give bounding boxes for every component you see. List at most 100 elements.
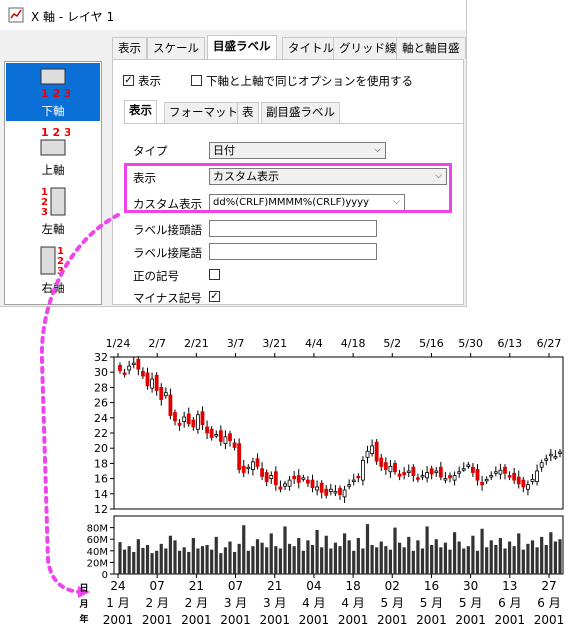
candle-body	[145, 372, 150, 387]
candle-body	[333, 491, 338, 494]
volume-bar	[251, 546, 255, 574]
volume-bar	[549, 532, 553, 574]
volume-bar	[274, 546, 278, 574]
bottom-month-label: 5 月	[459, 596, 482, 610]
bottom-month-label: 3 月	[224, 596, 247, 610]
top-tick-label: 6/13	[497, 337, 522, 350]
candle-body	[223, 436, 228, 445]
bottom-year-label: 2001	[103, 613, 134, 627]
bottom-day-label: 13	[502, 579, 517, 593]
price-tick-label: 14	[94, 488, 108, 501]
volume-bar	[297, 538, 301, 574]
candle-body	[402, 472, 407, 476]
volume-bar	[187, 551, 191, 574]
volume-bar	[338, 546, 342, 574]
candle-body	[342, 489, 347, 498]
candle-body	[553, 456, 558, 459]
volume-bar	[480, 528, 484, 574]
volume-bar	[260, 542, 264, 574]
price-tick-label: 12	[94, 503, 108, 516]
volume-bar	[462, 548, 466, 574]
volume-bar	[228, 541, 232, 574]
bottom-month-label: 5 月	[381, 596, 404, 610]
volume-bar	[485, 547, 489, 574]
candle-body	[150, 378, 154, 389]
top-tick-label: 5/16	[419, 337, 444, 350]
candle-body	[438, 466, 443, 478]
top-tick-label: 2/7	[148, 337, 166, 350]
volume-bar	[214, 536, 218, 574]
price-tick-label: 28	[94, 381, 108, 394]
candle-body	[182, 416, 187, 423]
volume-bar	[507, 541, 512, 574]
volume-bar	[526, 543, 530, 574]
volume-bar	[255, 539, 260, 574]
candle-body	[315, 486, 319, 491]
volume-bar	[361, 548, 365, 574]
volume-bar	[132, 551, 136, 574]
volume-bar	[136, 539, 140, 574]
volume-tick-label: 20M	[87, 558, 108, 569]
bottom-month-label: 4 月	[302, 596, 325, 610]
price-tick-label: 26	[94, 397, 108, 410]
candle-body	[163, 392, 168, 397]
bottom-day-label: 27	[541, 579, 556, 593]
bottom-day-label: 02	[385, 579, 400, 593]
volume-tick-label: 60M	[87, 535, 108, 546]
candle-body	[228, 433, 232, 442]
price-tick-label: 20	[94, 442, 108, 455]
candle-body	[370, 445, 374, 454]
volume-bar	[324, 535, 328, 574]
volume-bar	[329, 548, 333, 574]
candle-body	[118, 364, 122, 372]
candle-body	[484, 478, 489, 482]
candle-body	[173, 412, 177, 422]
candle-body	[548, 453, 553, 457]
volume-bar	[375, 547, 379, 574]
price-panel	[113, 356, 564, 510]
volume-bar	[127, 546, 131, 574]
volume-tick-label: 0	[102, 570, 108, 581]
side-axis-label: 月	[78, 599, 88, 610]
top-tick-label: 3/7	[227, 337, 245, 350]
volume-bar	[306, 540, 310, 574]
candle-body	[388, 466, 393, 473]
candle-body	[544, 458, 549, 461]
volume-bar	[237, 543, 241, 574]
volume-bar	[407, 536, 411, 574]
volume-bar	[384, 546, 388, 574]
candle-body	[306, 479, 310, 484]
volume-bar	[512, 546, 516, 574]
volume-bar	[210, 549, 214, 574]
candle-body	[269, 475, 274, 479]
candle-body	[278, 486, 283, 490]
candle-body	[374, 441, 379, 462]
bottom-year-label: 2001	[299, 613, 330, 627]
candle-body	[141, 371, 145, 377]
bottom-day-label: 30	[463, 579, 478, 593]
candle-body	[361, 459, 365, 481]
price-tick-label: 30	[94, 366, 108, 379]
candle-body	[251, 461, 255, 470]
candle-body	[535, 470, 539, 483]
bottom-year-label: 2001	[181, 613, 212, 627]
volume-bar	[219, 553, 223, 574]
candle-body	[411, 466, 416, 476]
bottom-month-label: 2 月	[145, 596, 168, 610]
volume-bar	[517, 533, 521, 574]
volume-bar	[223, 547, 228, 574]
candle-body	[429, 468, 434, 475]
price-tick-label: 22	[94, 427, 108, 440]
volume-bar	[182, 547, 186, 574]
volume-bar	[145, 545, 150, 574]
candle-body	[526, 484, 530, 490]
volume-bar	[141, 547, 145, 574]
bottom-year-label: 2001	[259, 613, 290, 627]
top-tick-label: 4/4	[305, 337, 323, 350]
candle-body	[218, 430, 223, 442]
candle-body	[186, 413, 191, 425]
candle-body	[530, 478, 535, 483]
bottom-day-label: 07	[228, 579, 243, 593]
candle-body	[379, 457, 384, 467]
candle-body	[383, 462, 388, 470]
